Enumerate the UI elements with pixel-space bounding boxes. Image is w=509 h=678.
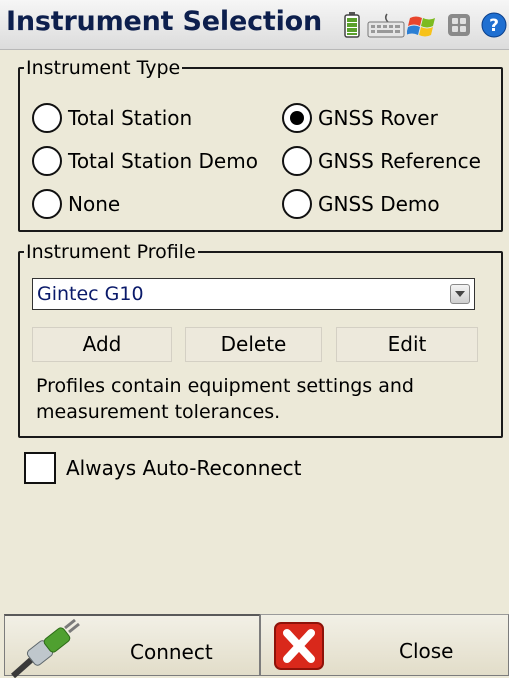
radio-button-icon[interactable] <box>32 146 62 176</box>
radio-button-icon[interactable] <box>32 189 62 219</box>
radio-label: None <box>68 192 121 216</box>
edit-button[interactable]: Edit <box>336 327 478 362</box>
radio-gnss-demo[interactable]: GNSS Demo <box>282 189 440 219</box>
radio-label: Total Station <box>68 106 193 130</box>
profile-select-value: Gintec G10 <box>37 283 144 305</box>
radio-total-station-demo[interactable]: Total Station Demo <box>32 146 258 176</box>
help-icon[interactable]: ? <box>481 12 507 38</box>
svg-text:?: ? <box>489 16 499 36</box>
radio-button-selected-icon[interactable] <box>282 103 312 133</box>
close-label: Close <box>399 639 454 663</box>
auto-reconnect-label: Always Auto-Reconnect <box>66 456 302 480</box>
bottom-bar: Connect Close <box>0 614 509 678</box>
close-icon <box>274 622 324 670</box>
connect-label: Connect <box>130 640 213 664</box>
title-bar: Instrument Selection ? <box>0 0 509 50</box>
radio-label: GNSS Reference <box>318 149 481 173</box>
radio-none[interactable]: None <box>32 189 120 219</box>
radio-label: Total Station Demo <box>68 149 258 173</box>
delete-button[interactable]: Delete <box>185 327 322 362</box>
radio-label: GNSS Rover <box>318 106 438 130</box>
connect-plug-icon <box>11 618 80 678</box>
windows-flag-icon[interactable] <box>407 12 439 38</box>
keyboard-icon[interactable] <box>367 12 405 38</box>
checkbox-icon[interactable] <box>24 452 56 484</box>
radio-button-icon[interactable] <box>282 189 312 219</box>
radio-button-icon[interactable] <box>282 146 312 176</box>
auto-reconnect-checkbox[interactable]: Always Auto-Reconnect <box>24 452 302 484</box>
radio-gnss-reference[interactable]: GNSS Reference <box>282 146 481 176</box>
radio-total-station[interactable]: Total Station <box>32 103 192 133</box>
battery-icon[interactable] <box>344 12 360 38</box>
instrument-profile-label: Instrument Profile <box>26 241 196 263</box>
instrument-type-label: Instrument Type <box>26 57 181 79</box>
profile-note: Profiles contain equipment settings and … <box>36 375 414 423</box>
radio-gnss-rover[interactable]: GNSS Rover <box>282 103 438 133</box>
radio-button-icon[interactable] <box>32 103 62 133</box>
radio-label: GNSS Demo <box>318 192 440 216</box>
chevron-down-icon[interactable] <box>450 284 470 304</box>
window-title: Instrument Selection <box>6 6 323 37</box>
profile-select[interactable]: Gintec G10 <box>32 278 475 310</box>
close-button[interactable]: Close <box>260 614 509 676</box>
connect-button[interactable]: Connect <box>4 614 260 678</box>
app-grid-icon[interactable] <box>447 12 471 38</box>
add-button[interactable]: Add <box>32 327 172 362</box>
